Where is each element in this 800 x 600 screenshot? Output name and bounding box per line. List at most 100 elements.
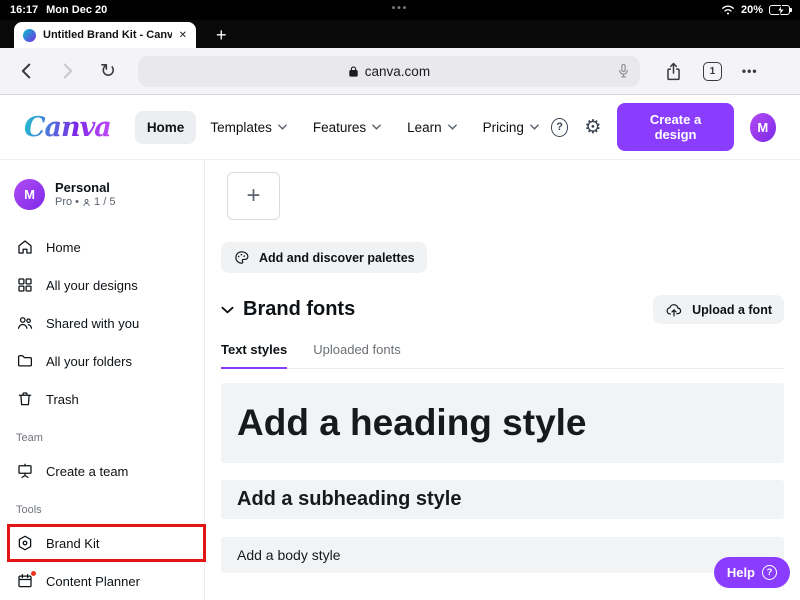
nav-learn[interactable]: Learn <box>395 111 469 144</box>
folder-icon <box>16 352 34 370</box>
plan-label: Pro • <box>55 196 79 208</box>
sidebar: M Personal Pro • 1 / 5 Home <box>0 160 205 600</box>
back-icon[interactable] <box>16 60 38 82</box>
close-tab-icon[interactable]: ✕ <box>179 30 187 41</box>
sidebar-item-content-planner[interactable]: Content Planner <box>0 562 204 600</box>
sidebar-item-create-team[interactable]: Create a team <box>0 452 204 490</box>
screen: 16:17 Mon Dec 20 ••• 20% Untitled B <box>0 0 800 600</box>
address-bar[interactable]: canva.com <box>138 56 640 87</box>
palette-icon <box>233 249 250 266</box>
url-text: canva.com <box>365 64 430 79</box>
chevron-down-icon <box>448 124 457 130</box>
home-icon <box>16 238 34 256</box>
canva-header: Canva Home Templates Features Learn Pric… <box>0 95 800 160</box>
sidebar-item-folders[interactable]: All your folders <box>0 342 204 380</box>
add-body-style-row[interactable]: Add a body style <box>221 537 784 573</box>
canva-favicon <box>23 29 36 42</box>
sidebar-item-label: Trash <box>46 392 79 407</box>
battery-percent: 20% <box>741 4 763 16</box>
sidebar-item-all-designs[interactable]: All your designs <box>0 266 204 304</box>
add-palette-tile[interactable]: + <box>227 172 280 220</box>
sidebar-item-brand-kit[interactable]: Brand Kit <box>0 524 204 562</box>
create-team-icon <box>16 462 34 480</box>
tab-uploaded-fonts[interactable]: Uploaded fonts <box>313 342 400 368</box>
nav-learn-label: Learn <box>407 120 442 135</box>
annotation-highlight-box <box>7 524 206 562</box>
sidebar-item-label: Shared with you <box>46 316 139 331</box>
tab-title: Untitled Brand Kit - Canv <box>43 29 172 41</box>
nav-pricing[interactable]: Pricing <box>471 111 551 144</box>
sidebar-item-label: All your designs <box>46 278 138 293</box>
brand-kit-icon <box>16 534 34 552</box>
main-content: + Add and discover palettes Brand fonts … <box>205 160 800 600</box>
font-style-tabs: Text styles Uploaded fonts <box>221 342 784 369</box>
tab-text-styles[interactable]: Text styles <box>221 342 287 369</box>
palettes-button-label: Add and discover palettes <box>259 251 415 265</box>
nav-templates[interactable]: Templates <box>198 111 299 144</box>
app-body: M Personal Pro • 1 / 5 Home <box>0 160 800 600</box>
chevron-down-icon <box>372 124 381 130</box>
microphone-icon[interactable] <box>617 63 630 80</box>
multitask-dots: ••• <box>392 3 409 14</box>
brand-fonts-header: Brand fonts Upload a font <box>221 295 784 324</box>
create-design-button[interactable]: Create a design <box>617 103 733 151</box>
sidebar-item-label: Content Planner <box>46 574 140 589</box>
trash-icon <box>16 390 34 408</box>
reload-icon[interactable]: ↻ <box>100 62 116 81</box>
upload-font-button[interactable]: Upload a font <box>653 295 784 324</box>
date: Mon Dec 20 <box>46 4 107 16</box>
cloud-upload-icon <box>665 302 683 317</box>
upload-button-label: Upload a font <box>692 303 772 317</box>
help-button-label: Help <box>727 565 755 580</box>
forward-icon[interactable] <box>56 60 78 82</box>
status-bar: 16:17 Mon Dec 20 ••• 20% <box>0 0 800 20</box>
user-avatar[interactable]: M <box>750 113 776 142</box>
collapse-chevron-icon[interactable] <box>221 306 234 314</box>
profile-switcher[interactable]: M Personal Pro • 1 / 5 <box>0 176 204 212</box>
profile-name: Personal <box>55 180 115 196</box>
add-subheading-style-row[interactable]: Add a subheading style <box>221 480 784 519</box>
add-discover-palettes-button[interactable]: Add and discover palettes <box>221 242 427 273</box>
gear-icon[interactable]: ⚙ <box>584 118 601 137</box>
help-icon[interactable]: ? <box>551 118 568 137</box>
browser-tab[interactable]: Untitled Brand Kit - Canv ✕ <box>14 22 196 48</box>
profile-avatar: M <box>14 179 45 210</box>
sidebar-item-home[interactable]: Home <box>0 228 204 266</box>
nav-features[interactable]: Features <box>301 111 393 144</box>
browser-more-icon[interactable]: ••• <box>742 64 758 78</box>
nav-features-label: Features <box>313 120 366 135</box>
new-tab-button[interactable]: + <box>216 26 227 44</box>
member-icon <box>82 198 91 207</box>
tools-section-heading: Tools <box>0 490 204 524</box>
chevron-down-icon <box>278 124 287 130</box>
shared-people-icon <box>16 314 34 332</box>
tabs-button[interactable]: 1 <box>703 62 722 81</box>
sidebar-item-label: All your folders <box>46 354 132 369</box>
profile-meta: Pro • 1 / 5 <box>55 196 115 208</box>
designs-grid-icon <box>16 276 34 294</box>
sidebar-item-shared[interactable]: Shared with you <box>0 304 204 342</box>
question-mark-icon: ? <box>762 565 777 580</box>
nav-home[interactable]: Home <box>135 111 197 144</box>
chevron-down-icon <box>530 124 539 130</box>
sidebar-item-label: Create a team <box>46 464 128 479</box>
sidebar-item-trash[interactable]: Trash <box>0 380 204 418</box>
help-button[interactable]: Help ? <box>714 557 790 588</box>
clock: 16:17 <box>10 4 38 16</box>
nav-templates-label: Templates <box>210 120 272 135</box>
share-icon[interactable] <box>664 61 683 82</box>
main-nav: Home Templates Features Learn Pricing <box>135 111 551 144</box>
sidebar-item-label: Brand Kit <box>46 536 99 551</box>
sidebar-item-label: Home <box>46 240 81 255</box>
canva-logo[interactable]: Canva <box>24 112 111 143</box>
wifi-icon <box>721 4 735 16</box>
browser-toolbar: ↻ canva.com 1 ••• <box>0 48 800 95</box>
browser-tab-bar: Untitled Brand Kit - Canv ✕ + <box>0 20 800 48</box>
section-title: Brand fonts <box>243 298 355 321</box>
member-count: 1 / 5 <box>94 196 115 208</box>
notification-dot <box>30 570 37 577</box>
team-section-heading: Team <box>0 418 204 452</box>
nav-home-label: Home <box>147 120 185 135</box>
battery-icon <box>769 5 790 15</box>
add-heading-style-row[interactable]: Add a heading style <box>221 383 784 463</box>
